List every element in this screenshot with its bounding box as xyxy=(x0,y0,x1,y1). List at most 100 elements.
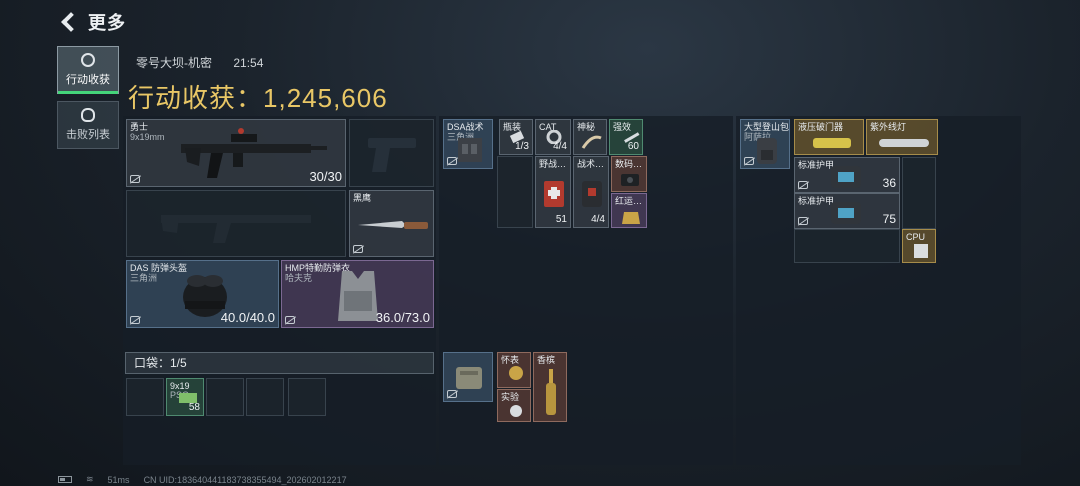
loot-value: 行动收获：1,245,606 xyxy=(128,78,388,115)
backpack-item[interactable]: 紫外线灯 xyxy=(866,119,938,155)
pistol-silhouette-icon xyxy=(368,138,416,172)
rig-name: DSA战术 xyxy=(447,122,484,132)
item-qty: 75 xyxy=(882,212,896,226)
item-qty: 4/4 xyxy=(591,214,605,225)
loot-value-label: 行动收获： xyxy=(128,83,264,113)
backpack-icon xyxy=(757,138,777,164)
item-qty: 60 xyxy=(627,141,639,152)
chest-rig-slot[interactable]: DSA战术 三角洲 xyxy=(443,119,493,169)
backpack-slot[interactable]: 大型登山包 阿萨拉 xyxy=(740,119,790,169)
item-name: 红运… xyxy=(615,196,643,206)
backpack-item[interactable]: 标准护甲 36 xyxy=(794,157,900,193)
rig-item[interactable]: 战术… 4/4 xyxy=(573,156,609,228)
rig-empty-slot[interactable] xyxy=(497,156,533,228)
backpack-item[interactable]: 液压破门器 xyxy=(794,119,864,155)
item-name: 强效 xyxy=(613,122,632,132)
rig-icon xyxy=(458,138,482,162)
unlocked-icon xyxy=(798,181,808,189)
case-icon xyxy=(456,367,482,389)
pocket-slot[interactable] xyxy=(126,378,164,416)
status-bar: ≋ 51ms CN UID:18364044118373835549​4_202… xyxy=(58,474,347,485)
helmet-slot[interactable]: DAS 防弹头盔 三角洲 40.0/40.0 xyxy=(126,260,279,328)
item-qty: 4/4 xyxy=(553,141,567,152)
unlocked-icon xyxy=(447,157,457,165)
pocket-ammo-slot[interactable]: 9x19 PSO 58 xyxy=(166,378,204,416)
target-icon xyxy=(81,53,95,67)
medkit-icon xyxy=(544,181,564,207)
raid-time: 21:54 xyxy=(233,56,264,70)
rifle-icon xyxy=(181,128,327,178)
rifle-silhouette-icon xyxy=(161,215,311,243)
page-title: 更多 xyxy=(88,13,126,33)
battery-icon xyxy=(58,476,72,483)
backpack-empty-slot[interactable] xyxy=(794,229,900,263)
back-button[interactable]: 更多 xyxy=(58,10,126,34)
pocket-slot[interactable] xyxy=(288,378,326,416)
rig-item[interactable]: 神秘 xyxy=(573,119,607,155)
pocket-slot[interactable] xyxy=(206,378,244,416)
backpack-item[interactable]: CPU xyxy=(902,229,936,263)
armor-plate-icon xyxy=(831,202,861,224)
rig-item[interactable]: 数码… xyxy=(611,156,647,192)
pocket-slot[interactable] xyxy=(246,378,284,416)
camera-icon xyxy=(621,174,639,186)
syringe-icon xyxy=(581,135,602,149)
secure-case-slot[interactable] xyxy=(443,352,493,402)
unlocked-icon xyxy=(130,175,140,183)
melee-name: 黑鹰 xyxy=(353,193,372,203)
rig-item[interactable]: 瓶装 1/3 xyxy=(499,119,533,155)
first-aid-bag-icon xyxy=(582,181,602,207)
primary-weapon-slot[interactable]: 勇士 9x19mm 30/30 xyxy=(126,119,346,187)
weapon-name: 勇士 xyxy=(130,122,149,132)
unlocked-icon xyxy=(744,157,754,165)
tab-label: 行动收获 xyxy=(66,74,110,86)
unlocked-icon xyxy=(285,316,295,324)
raid-info: 零号大坝-机密 21:54 xyxy=(136,54,281,71)
unlocked-icon xyxy=(353,245,363,253)
case-item[interactable]: 香槟 xyxy=(533,352,567,422)
ammo-type: 9x19mm xyxy=(130,132,165,142)
case-item[interactable]: 实验 xyxy=(497,389,531,422)
helmet-origin: 三角洲 xyxy=(130,273,158,283)
tab-label: 击败列表 xyxy=(66,129,110,141)
item-qty: 36 xyxy=(882,176,896,190)
tab-raid-loot[interactable]: 行动收获 xyxy=(57,46,119,94)
rig-item[interactable]: 野战… 51 xyxy=(535,156,571,228)
skull-icon xyxy=(81,108,95,122)
melee-slot[interactable]: 黑鹰 xyxy=(349,190,434,257)
uv-lamp-icon xyxy=(879,139,929,147)
rig-item[interactable]: CAT 4/4 xyxy=(535,119,571,155)
pistol-slot[interactable] xyxy=(349,119,434,187)
secondary-weapon-slot[interactable] xyxy=(126,190,346,257)
knife-icon xyxy=(358,221,428,229)
rig-item[interactable]: 红运… xyxy=(611,193,647,228)
item-name: 野战… xyxy=(539,159,567,169)
item-name: 战术… xyxy=(577,159,605,169)
item-name: 神秘 xyxy=(577,122,596,132)
champagne-icon xyxy=(546,369,556,415)
wifi-icon: ≋ xyxy=(86,474,94,484)
item-qty: 1/3 xyxy=(515,141,529,152)
armor-durability: 36.0/73.0 xyxy=(375,310,430,325)
pocket-header: 口袋：1/5 xyxy=(125,352,434,374)
unlocked-icon xyxy=(130,316,140,324)
tab-kill-list[interactable]: 击败列表 xyxy=(57,101,119,149)
loot-value-number: 1,245,606 xyxy=(263,83,388,113)
armor-plate-icon xyxy=(831,166,861,188)
breaching-tool-icon xyxy=(813,138,851,148)
item-name: CPU xyxy=(906,232,926,242)
rig-item[interactable]: 强效 60 xyxy=(609,119,643,155)
cpu-icon xyxy=(914,244,928,258)
pocket-watch-icon xyxy=(509,366,523,380)
backpack-item[interactable]: 标准护甲 75 xyxy=(794,193,900,229)
item-qty: 51 xyxy=(555,214,567,225)
case-item[interactable]: 怀表 xyxy=(497,352,531,388)
map-name: 零号大坝-机密 xyxy=(136,56,212,70)
item-name: 数码… xyxy=(615,159,643,169)
item-name: 紫外线灯 xyxy=(870,122,907,132)
armor-slot[interactable]: HMP特勤防弹衣 哈夫克 36.0/73.0 xyxy=(281,260,434,328)
backpack-empty-slot[interactable] xyxy=(902,157,936,229)
lab-item-icon xyxy=(510,405,522,417)
backpack-name: 大型登山包 xyxy=(744,122,790,132)
ammo-count: 30/30 xyxy=(309,169,342,184)
